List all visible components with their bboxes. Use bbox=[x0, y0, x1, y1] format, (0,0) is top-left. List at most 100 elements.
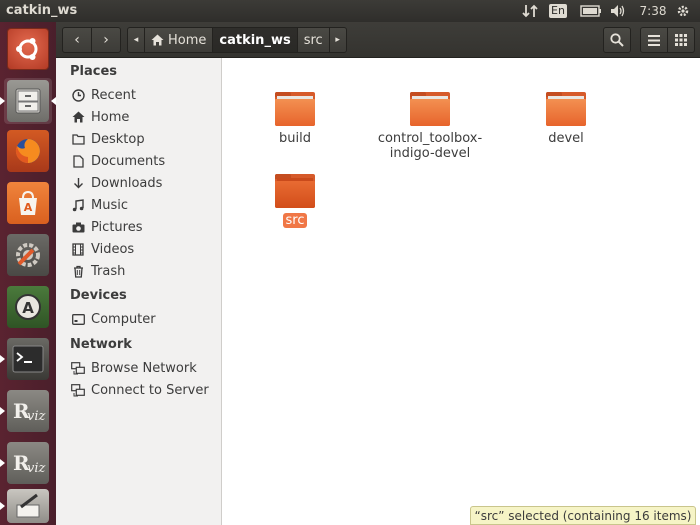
sidebar: Places Recent Home Desktop Documents Dow… bbox=[56, 58, 222, 525]
sidebar-item-label: Home bbox=[91, 109, 130, 125]
system-gear-icon[interactable] bbox=[673, 3, 693, 19]
search-button[interactable] bbox=[603, 27, 631, 53]
path-src-label: src bbox=[303, 32, 323, 48]
launcher-firefox-button[interactable] bbox=[4, 128, 52, 174]
launcher-rviz-button-2[interactable]: Rviz bbox=[0, 440, 52, 486]
sidebar-item-label: Documents bbox=[91, 153, 166, 169]
file-item-build[interactable]: build bbox=[235, 92, 355, 146]
rviz-icon: Rviz bbox=[13, 451, 46, 476]
triangle-right-icon: ▸ bbox=[335, 35, 340, 45]
terminal-icon bbox=[12, 345, 44, 373]
search-icon bbox=[610, 33, 624, 47]
wrench-gear-icon bbox=[16, 243, 40, 267]
launcher-editor-button[interactable] bbox=[0, 488, 52, 524]
sidebar-item-trash[interactable]: Trash bbox=[70, 261, 125, 281]
launcher-system-settings-button[interactable] bbox=[4, 232, 52, 278]
sidebar-item-videos[interactable]: Videos bbox=[70, 239, 134, 259]
folder-icon bbox=[275, 92, 315, 126]
folder-icon bbox=[70, 131, 86, 147]
sidebar-item-label: Browse Network bbox=[91, 360, 197, 376]
file-name-line-2: indigo-devel bbox=[389, 146, 471, 161]
grid-view-button[interactable] bbox=[667, 27, 695, 53]
sidebar-item-label: Downloads bbox=[91, 175, 163, 191]
launcher-software-updater-button[interactable]: A bbox=[4, 284, 52, 330]
forward-button[interactable]: › bbox=[91, 27, 121, 53]
file-name: src bbox=[282, 213, 308, 228]
svg-text:viz: viz bbox=[27, 461, 46, 476]
list-view-button[interactable] bbox=[640, 27, 668, 53]
running-indicator bbox=[0, 97, 5, 105]
clock[interactable]: 7:38 bbox=[638, 3, 668, 19]
top-panel: catkin_ws En 7:38 bbox=[0, 0, 700, 22]
drive-icon bbox=[70, 311, 86, 327]
svg-text:viz: viz bbox=[27, 409, 46, 424]
file-name: build bbox=[279, 131, 311, 146]
document-icon bbox=[70, 153, 86, 169]
window-title: catkin_ws bbox=[6, 3, 78, 18]
file-name-line-1: control_toolbox- bbox=[377, 131, 483, 146]
sidebar-item-browse-network[interactable]: Browse Network bbox=[70, 358, 197, 378]
sidebar-item-label: Connect to Server bbox=[91, 382, 209, 398]
volume-icon[interactable] bbox=[608, 3, 628, 19]
devices-heading: Devices bbox=[70, 288, 127, 303]
rviz-icon: Rviz bbox=[13, 399, 46, 424]
film-icon bbox=[70, 241, 86, 257]
sidebar-item-computer[interactable]: Computer bbox=[70, 309, 156, 329]
sidebar-item-documents[interactable]: Documents bbox=[70, 151, 165, 171]
file-item-control-toolbox[interactable]: control_toolbox- indigo-devel bbox=[370, 92, 490, 161]
battery-icon[interactable] bbox=[578, 3, 604, 19]
path-catkin-ws-label: catkin_ws bbox=[219, 32, 291, 48]
trash-icon bbox=[70, 263, 86, 279]
back-button[interactable]: ‹ bbox=[62, 27, 92, 53]
path-src-button[interactable]: src bbox=[296, 27, 330, 53]
launcher-dash-button[interactable] bbox=[4, 26, 52, 72]
launcher-files-button[interactable] bbox=[0, 78, 56, 124]
triangle-left-icon: ◂ bbox=[133, 35, 139, 45]
shopping-bag-icon: A bbox=[19, 190, 37, 215]
clock-icon bbox=[70, 87, 86, 103]
network-heading: Network bbox=[70, 337, 132, 352]
launcher-rviz-button-1[interactable]: Rviz bbox=[0, 388, 52, 434]
sidebar-item-connect-to-server[interactable]: Connect to Server bbox=[70, 380, 209, 400]
sidebar-item-label: Music bbox=[91, 197, 128, 213]
path-catkin-ws-button[interactable]: catkin_ws bbox=[212, 27, 298, 53]
launcher-software-center-button[interactable]: A bbox=[4, 180, 52, 226]
path-scroll-left-button[interactable]: ◂ bbox=[127, 27, 145, 53]
network-icon bbox=[70, 360, 86, 376]
sidebar-item-desktop[interactable]: Desktop bbox=[70, 129, 145, 149]
sidebar-item-downloads[interactable]: Downloads bbox=[70, 173, 162, 193]
sidebar-item-home[interactable]: Home bbox=[70, 107, 129, 127]
launcher-terminal-button[interactable] bbox=[0, 336, 52, 382]
updater-icon: A bbox=[15, 294, 41, 320]
file-manager-window: ‹ › ◂ Home catkin_ws src ▸ Places Recent bbox=[56, 22, 700, 525]
home-icon bbox=[70, 109, 86, 125]
chevron-left-icon: ‹ bbox=[74, 32, 80, 48]
svg-text:A: A bbox=[22, 299, 34, 317]
keyboard-layout-indicator[interactable]: En bbox=[548, 3, 568, 19]
path-scroll-right-button[interactable]: ▸ bbox=[328, 27, 347, 53]
network-transfer-icon[interactable] bbox=[519, 3, 541, 19]
running-indicator bbox=[0, 502, 5, 510]
sidebar-item-pictures[interactable]: Pictures bbox=[70, 217, 142, 237]
keyboard-layout-label: En bbox=[549, 4, 567, 18]
chevron-right-icon: › bbox=[103, 32, 109, 48]
text-editor-icon bbox=[16, 493, 40, 518]
launcher: A A Rviz Rviz bbox=[0, 22, 56, 525]
sidebar-item-recent[interactable]: Recent bbox=[70, 85, 136, 105]
grid-icon bbox=[675, 34, 687, 46]
file-name: devel bbox=[548, 131, 584, 146]
path-bar: ◂ Home catkin_ws src ▸ bbox=[127, 27, 347, 53]
status-bar: “src” selected (containing 16 items) bbox=[470, 506, 696, 525]
sidebar-item-label: Pictures bbox=[91, 219, 143, 235]
folder-icon bbox=[410, 92, 450, 126]
file-item-src[interactable]: src bbox=[235, 174, 355, 228]
firefox-icon bbox=[15, 139, 40, 164]
folder-icon bbox=[275, 174, 315, 208]
sidebar-item-music[interactable]: Music bbox=[70, 195, 128, 215]
folder-icon bbox=[546, 92, 586, 126]
path-home-button[interactable]: Home bbox=[144, 27, 214, 53]
file-item-devel[interactable]: devel bbox=[506, 92, 626, 146]
sidebar-item-label: Desktop bbox=[91, 131, 145, 147]
path-home-label: Home bbox=[168, 32, 207, 48]
music-icon bbox=[70, 197, 86, 213]
